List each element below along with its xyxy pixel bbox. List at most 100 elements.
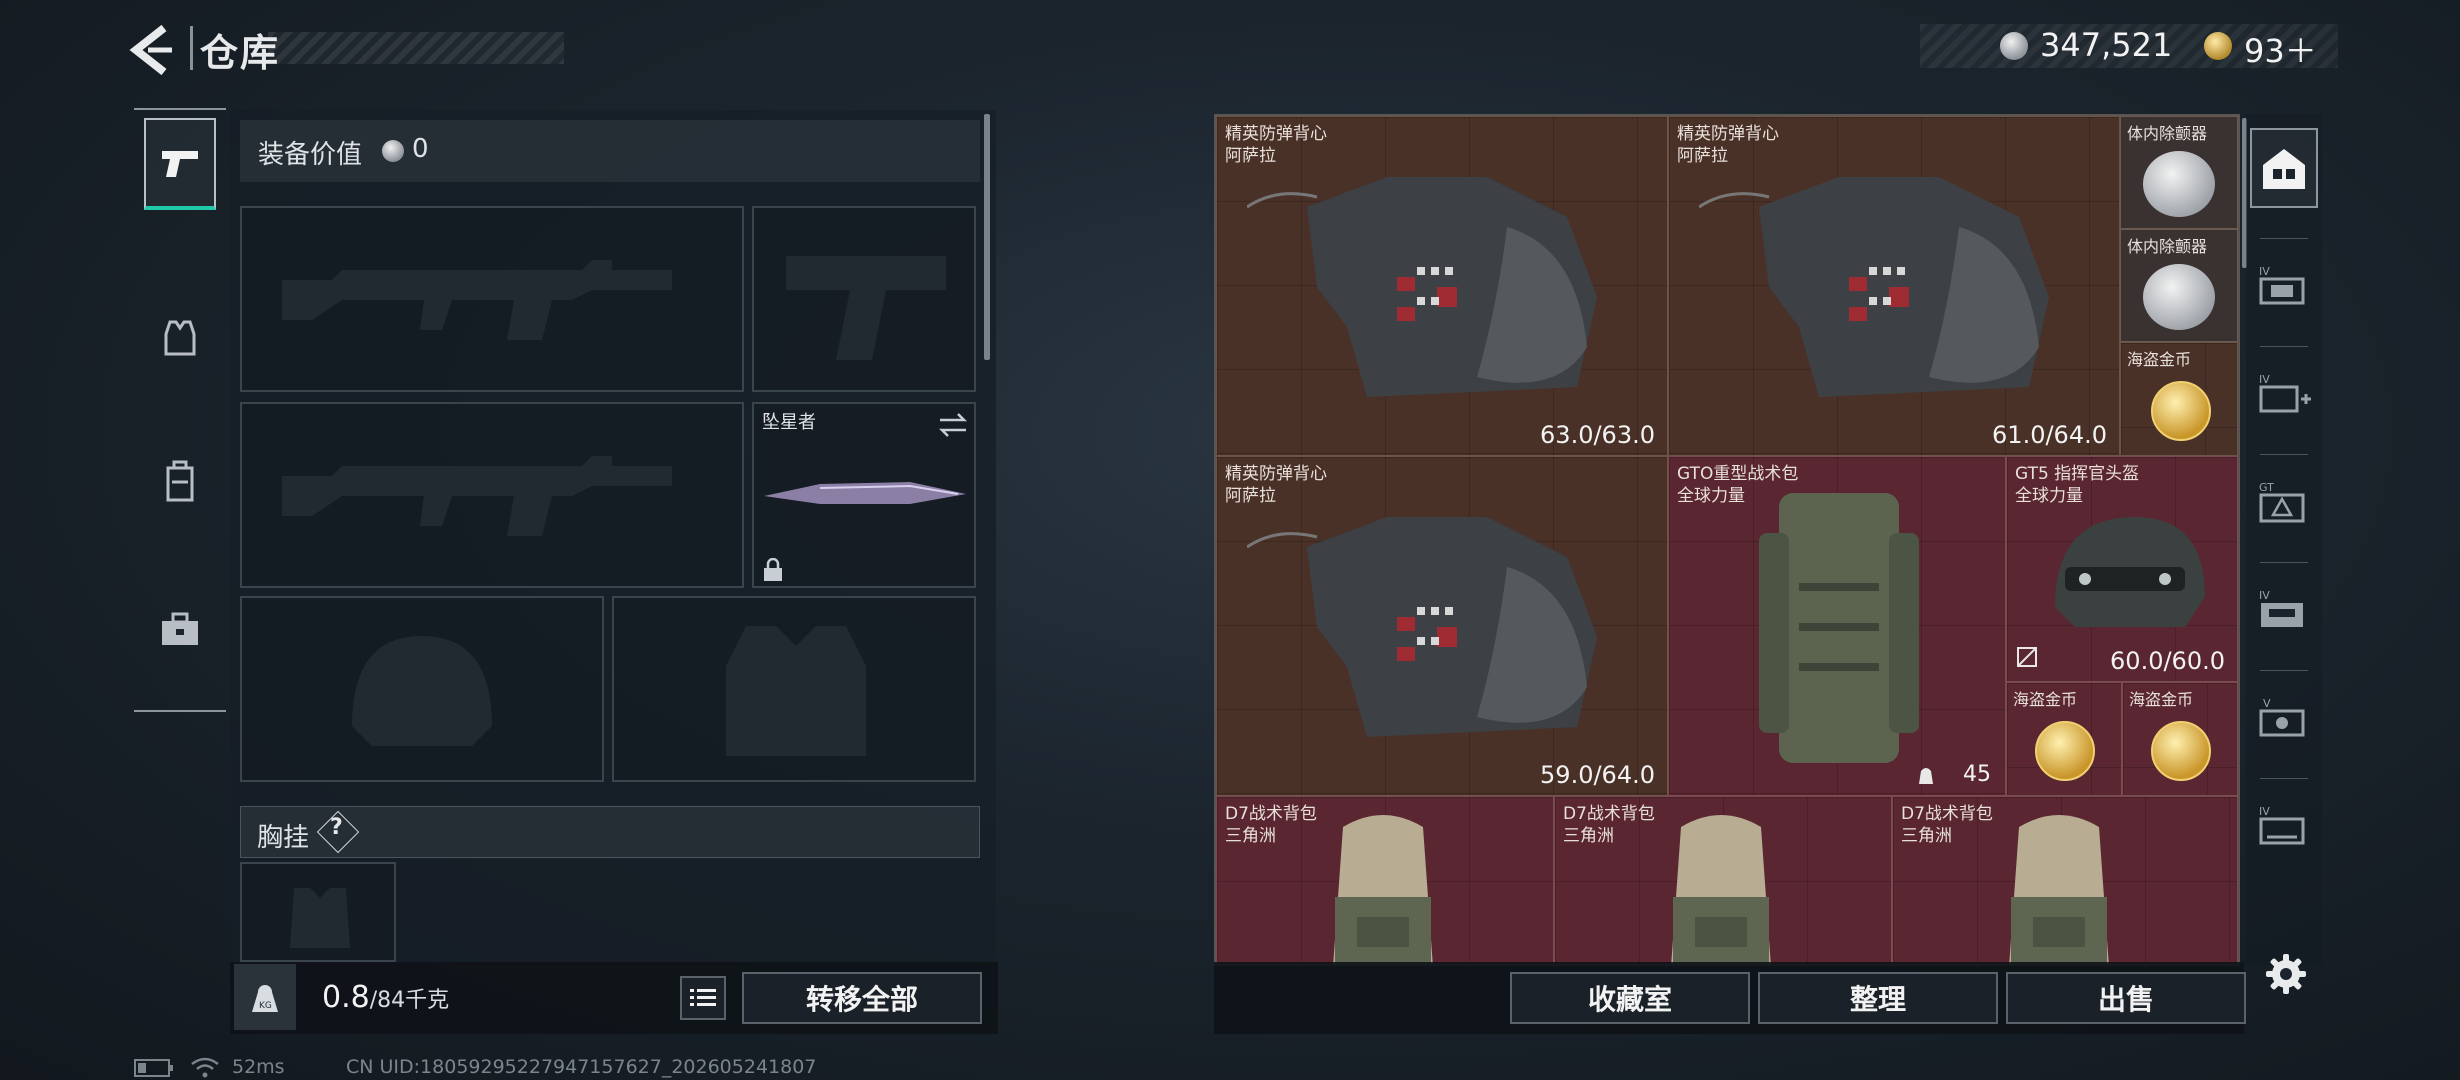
collection-room-button[interactable]: 收藏室 bbox=[1510, 972, 1750, 1024]
equipment-scrollbar[interactable] bbox=[984, 114, 990, 360]
list-icon bbox=[690, 989, 716, 1006]
settings-button[interactable] bbox=[2264, 952, 2308, 996]
chest-rig-slot[interactable] bbox=[240, 862, 396, 962]
warehouse-tabs: IV IV GT IV V IV bbox=[2246, 114, 2322, 966]
pistol-slot[interactable] bbox=[752, 206, 976, 392]
item-durability: 61.0/64.0 bbox=[1992, 421, 2107, 449]
rail-item-toolbox[interactable] bbox=[144, 584, 216, 676]
storage-item-d7-backpack-2[interactable]: D7战术背包 三角洲 bbox=[1554, 796, 1892, 964]
rail-item-armor[interactable] bbox=[144, 292, 216, 384]
storage-item-d7-backpack-1[interactable]: D7战术背包 三角洲 bbox=[1216, 796, 1554, 964]
primary-weapon-slot-1[interactable] bbox=[240, 206, 744, 392]
storage-item-pirate-coin-3[interactable]: 海盗金币 bbox=[2122, 682, 2238, 796]
transfer-all-button[interactable]: 转移全部 bbox=[742, 972, 982, 1024]
sell-button[interactable]: 出售 bbox=[2006, 972, 2246, 1024]
warehouse-iv-icon: IV bbox=[2259, 265, 2305, 305]
ping-text: 52ms bbox=[232, 1056, 285, 1078]
item-capacity: 45 bbox=[1963, 762, 1991, 787]
storage-item-pirate-coin-2[interactable]: 海盗金币 bbox=[2006, 682, 2122, 796]
rail-top-line bbox=[134, 108, 226, 110]
item-name: 海盗金币 bbox=[2013, 690, 2078, 709]
tab-warehouse-2[interactable]: IV bbox=[2250, 354, 2318, 434]
svg-text:IV: IV bbox=[2259, 589, 2270, 602]
storage-item-vest-3[interactable]: 精英防弹背心 阿萨拉 59.0/64.0 bbox=[1216, 456, 1668, 796]
svg-text:KG: KG bbox=[259, 1001, 272, 1011]
assault-rifle-silhouette-icon bbox=[282, 456, 672, 536]
weight-current: 0.8/84千克 bbox=[322, 980, 449, 1015]
help-icon[interactable]: ? bbox=[330, 815, 343, 840]
pirate-coin-icon bbox=[2151, 721, 2211, 781]
helmet-slot[interactable] bbox=[240, 596, 604, 782]
pistol-silhouette-icon bbox=[786, 256, 946, 360]
storage-item-helmet[interactable]: GT5 指挥官头盔 全球力量 60.0/60.0 bbox=[2006, 456, 2238, 682]
weight-value: 0.8 bbox=[322, 980, 370, 1015]
storage-item-defibrillator-2[interactable]: 体内除颤器 bbox=[2120, 229, 2238, 342]
item-durability: 59.0/64.0 bbox=[1540, 761, 1655, 789]
list-view-button[interactable] bbox=[680, 976, 726, 1020]
item-name: 体内除颤器 bbox=[2127, 237, 2208, 256]
warehouse-iv-2-icon: IV bbox=[2259, 589, 2303, 627]
silver-coin-amount: 347,521 bbox=[2040, 26, 2173, 64]
d7-backpack-icon bbox=[1333, 815, 1433, 964]
helmet-silhouette-icon bbox=[352, 636, 492, 746]
item-name: D7战术背包 三角洲 bbox=[1901, 804, 1993, 846]
helmet-icon bbox=[2055, 517, 2205, 627]
storage-home-icon bbox=[2263, 149, 2305, 189]
armor-vest-icon bbox=[1247, 517, 1597, 737]
tab-main-storage[interactable] bbox=[2250, 128, 2318, 208]
storage-item-defibrillator-1[interactable]: 体内除颤器 bbox=[2120, 116, 2238, 229]
gold-coin-icon bbox=[2204, 32, 2232, 60]
chest-rig-label: 胸挂 bbox=[257, 823, 310, 853]
vest-icon bbox=[164, 320, 196, 356]
gold-coin-amount[interactable]: 93＋ bbox=[2244, 26, 2317, 72]
item-name: 精英防弹背心 阿萨拉 bbox=[1225, 464, 1327, 506]
rail-item-weapons[interactable] bbox=[144, 118, 216, 210]
svg-text:GT: GT bbox=[2259, 481, 2274, 494]
primary-weapon-slot-2[interactable] bbox=[240, 402, 744, 588]
gear-icon bbox=[2266, 954, 2306, 994]
svg-text:V: V bbox=[2263, 697, 2271, 710]
warehouse-iv-add-icon: IV bbox=[2259, 373, 2311, 413]
armor-vest-icon bbox=[1247, 177, 1597, 397]
armor-vest-icon bbox=[1699, 177, 2049, 397]
pirate-coin-icon bbox=[2151, 381, 2211, 441]
capacity-icon bbox=[1917, 765, 1935, 785]
storage-item-heavy-bag[interactable]: GTO重型战术包 全球力量 45 bbox=[1668, 456, 2006, 796]
tab-warehouse-4[interactable]: IV bbox=[2250, 570, 2318, 650]
equipment-value-header: 装备价值 0 bbox=[240, 120, 980, 182]
tab-divider bbox=[2260, 454, 2308, 455]
battery-icon bbox=[134, 1059, 173, 1077]
tab-warehouse-6[interactable]: IV bbox=[2250, 786, 2318, 866]
melee-slot[interactable]: 坠星者 bbox=[752, 402, 976, 588]
rail-item-backpack[interactable] bbox=[144, 436, 216, 528]
tab-warehouse-3[interactable]: GT bbox=[2250, 462, 2318, 542]
tab-warehouse-5[interactable]: V bbox=[2250, 678, 2318, 758]
back-button[interactable] bbox=[128, 22, 178, 78]
storage-item-pirate-coin-1[interactable]: 海盗金币 bbox=[2120, 342, 2238, 456]
assault-rifle-silhouette-icon bbox=[282, 260, 672, 340]
swap-icon[interactable] bbox=[938, 412, 968, 438]
storage-item-vest-1[interactable]: 精英防弹背心 阿萨拉 63.0/63.0 bbox=[1216, 116, 1668, 456]
weight-capacity: /84千克 bbox=[369, 988, 450, 1013]
defibrillator-icon bbox=[2143, 264, 2215, 330]
storage-item-d7-backpack-3[interactable]: D7战术背包 三角洲 bbox=[1892, 796, 2238, 964]
back-arrow-icon bbox=[129, 24, 172, 76]
silver-coin-icon bbox=[2000, 32, 2028, 60]
title-stripe bbox=[268, 32, 564, 64]
vest-silhouette-icon bbox=[726, 626, 866, 756]
item-name: 精英防弹背心 阿萨拉 bbox=[1677, 124, 1779, 166]
svg-text:IV: IV bbox=[2259, 805, 2270, 818]
pistol-icon bbox=[162, 151, 198, 177]
title-divider bbox=[190, 26, 193, 70]
silver-coin-icon bbox=[382, 140, 404, 162]
armor-slot[interactable] bbox=[612, 596, 976, 782]
tab-divider bbox=[2260, 778, 2308, 779]
d7-backpack-icon bbox=[2009, 815, 2109, 964]
no-repair-icon bbox=[2017, 647, 2037, 667]
storage-item-vest-2[interactable]: 精英防弹背心 阿萨拉 61.0/64.0 bbox=[1668, 116, 2120, 456]
organize-button[interactable]: 整理 bbox=[1758, 972, 1998, 1024]
tab-warehouse-1[interactable]: IV bbox=[2250, 246, 2318, 326]
item-name: D7战术背包 三角洲 bbox=[1563, 804, 1655, 846]
tab-divider bbox=[2260, 346, 2308, 347]
item-durability: 63.0/63.0 bbox=[1540, 421, 1655, 449]
